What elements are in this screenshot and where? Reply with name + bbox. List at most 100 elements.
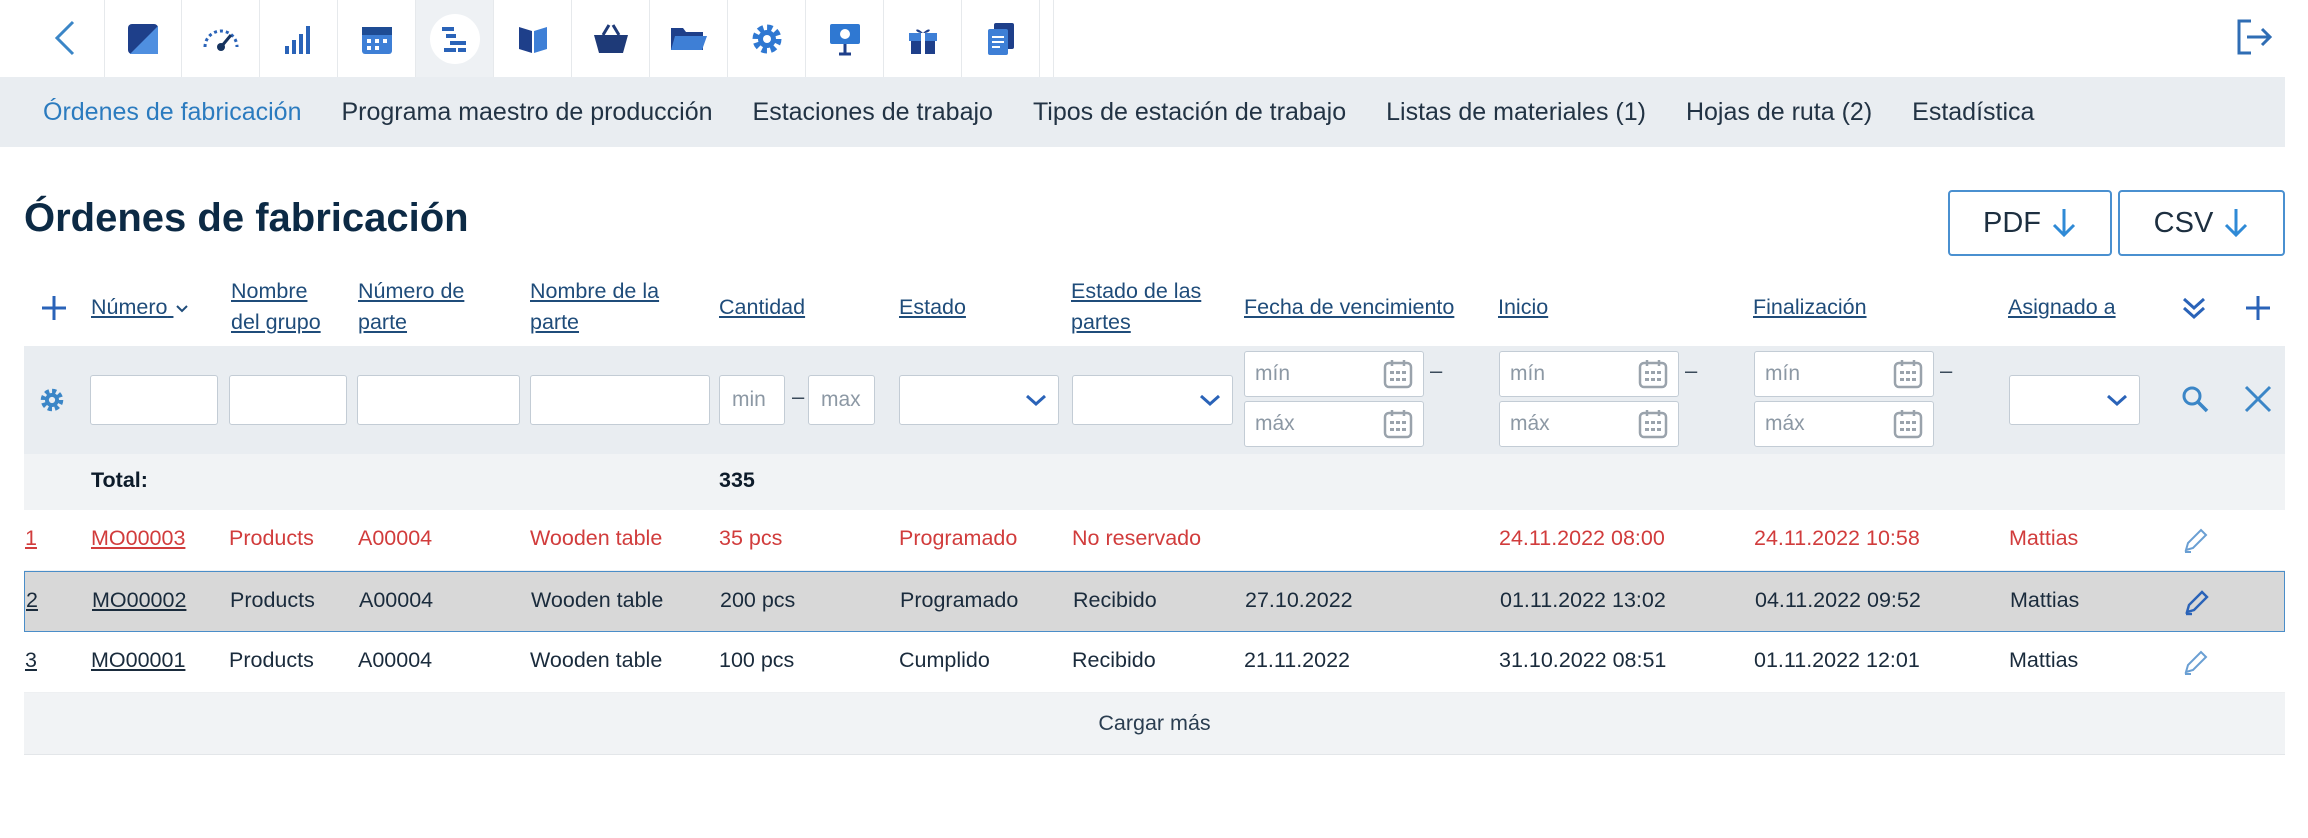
row-index-link[interactable]: 3 [25, 648, 37, 673]
filter-inicio-max[interactable]: máx [1499, 401, 1679, 447]
csv-export-button[interactable]: CSV [2118, 190, 2285, 256]
book-icon[interactable] [494, 0, 572, 77]
cell-estado: Cumplido [899, 648, 990, 672]
filter-cantidad-min[interactable]: min [719, 375, 785, 425]
total-cantidad: 335 [719, 468, 755, 492]
dashboard-icon[interactable] [104, 0, 182, 77]
cell-estado-partes: Recibido [1072, 648, 1156, 672]
pdf-export-button[interactable]: PDF [1948, 190, 2112, 256]
edit-pencil-icon[interactable] [2180, 585, 2214, 619]
total-row: Total: 335 [24, 454, 2285, 510]
add-column-icon[interactable] [2238, 288, 2278, 328]
calendar-icon [1383, 410, 1413, 439]
filter-finalizacion-max[interactable]: máx [1754, 401, 1934, 447]
filter-finalizacion-min[interactable]: mín [1754, 351, 1934, 397]
filter-vencimiento-min[interactable]: mín [1244, 351, 1424, 397]
tab-master-production-schedule[interactable]: Programa maestro de producción [341, 98, 712, 127]
column-estado-partes[interactable]: Estado de las partes [1071, 276, 1201, 338]
settings-gear-icon[interactable] [38, 386, 66, 419]
gear-icon[interactable] [728, 0, 806, 77]
top-module-bar [0, 0, 2308, 77]
basket-icon[interactable] [572, 0, 650, 77]
add-row-icon[interactable] [34, 288, 74, 328]
expand-all-icon[interactable] [2174, 288, 2214, 328]
filter-vencimiento-max[interactable]: máx [1244, 401, 1424, 447]
filter-nombre-parte-input[interactable] [530, 375, 710, 425]
table-row[interactable]: 2 MO00002 Products A00004 Wooden table 2… [24, 571, 2285, 632]
signal-bars-icon[interactable] [260, 0, 338, 77]
cell-estado: Programado [900, 588, 1019, 612]
column-numero-parte[interactable]: Número de parte [358, 276, 464, 338]
logout-icon[interactable] [2228, 10, 2282, 64]
sort-chevron-icon [176, 305, 189, 313]
column-cantidad[interactable]: Cantidad [719, 292, 805, 323]
column-label-line2: parte [530, 310, 580, 334]
column-label-line1: Nombre [231, 279, 308, 303]
column-label-line2: partes [1071, 310, 1131, 334]
column-numero[interactable]: Número [91, 292, 189, 323]
column-estado[interactable]: Estado [899, 292, 966, 323]
module-bar-end [1040, 0, 1054, 77]
clear-filters-icon[interactable] [2243, 384, 2273, 419]
cell-inicio: 31.10.2022 08:51 [1499, 648, 1667, 672]
tab-routings[interactable]: Hojas de ruta (2) [1686, 98, 1872, 127]
search-icon[interactable] [2180, 384, 2210, 419]
download-arrow-icon [2225, 209, 2248, 238]
cell-parte: A00004 [358, 648, 433, 672]
filter-grupo-input[interactable] [229, 375, 347, 425]
column-nombre-grupo[interactable]: Nombre del grupo [231, 276, 321, 338]
gift-icon[interactable] [884, 0, 962, 77]
filter-inicio-min[interactable]: mín [1499, 351, 1679, 397]
tab-workstations[interactable]: Estaciones de trabajo [753, 98, 993, 127]
back-arrow-icon[interactable] [38, 12, 90, 64]
column-inicio[interactable]: Inicio [1498, 292, 1548, 323]
production-icon[interactable] [416, 0, 494, 77]
filter-estado-select[interactable] [899, 375, 1059, 425]
cell-vencimiento: 21.11.2022 [1244, 648, 1351, 672]
table-row[interactable]: 3 MO00001 Products A00004 Wooden table 1… [24, 632, 2285, 693]
range-dash: – [1685, 358, 1698, 383]
download-arrow-icon [2052, 209, 2076, 238]
presentation-icon[interactable] [806, 0, 884, 77]
column-asignado[interactable]: Asignado a [2008, 292, 2116, 323]
edit-pencil-icon[interactable] [2179, 645, 2213, 679]
load-more-button[interactable]: Cargar más [24, 693, 2285, 755]
range-dash: – [792, 384, 805, 409]
folder-icon[interactable] [650, 0, 728, 77]
cell-cantidad: 200 pcs [720, 588, 796, 612]
filter-cantidad-max[interactable]: max [808, 375, 875, 425]
row-index-link[interactable]: 2 [26, 588, 38, 613]
calendar-icon[interactable] [338, 0, 416, 77]
documents-icon[interactable] [962, 0, 1040, 77]
range-dash: – [1940, 358, 1953, 383]
filter-numero-parte-input[interactable] [357, 375, 520, 425]
order-number-link[interactable]: MO00003 [91, 526, 185, 551]
column-nombre-parte[interactable]: Nombre de la parte [530, 276, 659, 338]
filter-asignado-select[interactable] [2009, 375, 2140, 425]
cell-asignado: Mattias [2010, 588, 2080, 612]
column-fecha-vencimiento[interactable]: Fecha de vencimiento [1244, 292, 1454, 323]
edit-pencil-icon[interactable] [2179, 523, 2213, 557]
tab-statistics[interactable]: Estadística [1912, 98, 2034, 127]
filter-estado-partes-select[interactable] [1072, 375, 1233, 425]
manufacturing-orders-table: Número Nombre del grupo Número de parte No… [24, 272, 2285, 755]
filter-numero-input[interactable] [90, 375, 218, 425]
cell-vencimiento: 27.10.2022 [1245, 588, 1353, 612]
column-finalizacion[interactable]: Finalización [1753, 292, 1867, 323]
row-index-link[interactable]: 1 [25, 526, 37, 551]
cell-parte: A00004 [358, 526, 433, 550]
cell-estado: Programado [899, 526, 1018, 550]
cell-inicio: 01.11.2022 13:02 [1500, 588, 1666, 612]
tab-bills-of-materials[interactable]: Listas de materiales (1) [1386, 98, 1646, 127]
cell-asignado: Mattias [2009, 648, 2079, 672]
tab-manufacturing-orders[interactable]: Órdenes de fabricación [43, 98, 301, 127]
calendar-icon [1383, 360, 1413, 389]
order-number-link[interactable]: MO00001 [91, 648, 185, 673]
cell-grupo: Products [230, 588, 315, 612]
page-title: Órdenes de fabricación [24, 196, 469, 240]
table-row[interactable]: 1 MO00003 Products A00004 Wooden table 3… [24, 510, 2285, 571]
tab-workstation-types[interactable]: Tipos de estación de trabajo [1033, 98, 1346, 127]
order-number-link[interactable]: MO00002 [92, 588, 186, 613]
gauge-icon[interactable] [182, 0, 260, 77]
cell-parte: A00004 [359, 588, 434, 612]
